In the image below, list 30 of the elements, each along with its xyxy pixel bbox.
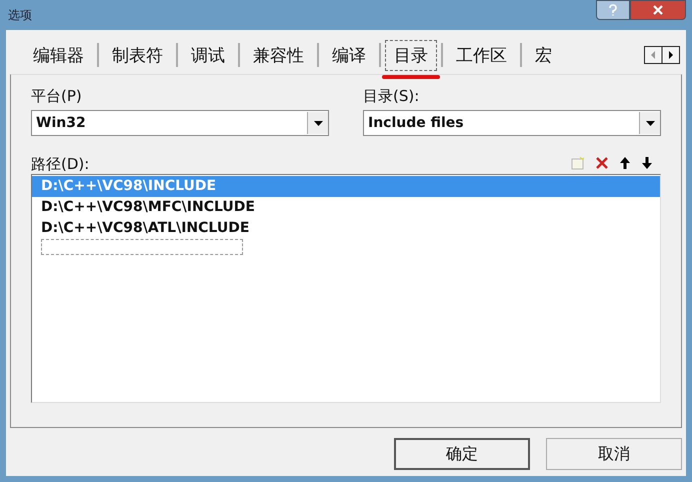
delete-icon[interactable] [595,156,609,170]
list-item[interactable]: D:\C++\VC98\MFC\INCLUDE [32,197,660,218]
close-icon [652,4,664,16]
help-icon [608,4,618,16]
tab[interactable]: 编辑器 [24,40,93,70]
down-arrow-icon[interactable] [641,156,653,170]
tab[interactable]: 调试 [182,40,234,70]
ok-button[interactable]: 确定 [394,438,530,470]
highlight-underline [382,74,440,78]
list-item[interactable]: D:\C++\VC98\ATL\INCLUDE [32,218,660,239]
caret-icon [314,120,322,126]
platform-dropdown[interactable]: Win32 [31,110,329,136]
directory-dropdown[interactable]: Include files [363,110,661,136]
new-entry-field[interactable] [41,239,243,255]
tab[interactable]: 制表符 [103,40,172,70]
close-button[interactable] [630,0,686,20]
field-label: 路径(D): [31,155,90,174]
tab[interactable]: 工作区 [447,40,516,70]
tab-scroll-buttons[interactable] [644,46,680,64]
cancel-button[interactable]: 取消 [546,438,682,470]
up-arrow-icon[interactable] [619,156,631,170]
tab[interactable]: 编译 [323,40,375,70]
path-list[interactable]: D:\C++\VC98\INCLUDE D:\C++\VC98\MFC\INCLUDE D:\C++\VC98\ATL\INCLUDE [31,174,661,403]
tab[interactable]: 兼容性 [244,40,313,70]
field-label: 平台(P) [31,87,83,106]
window-title: 选项 [7,6,32,24]
help-button[interactable] [596,0,630,20]
caret-icon [646,120,654,126]
field-label: 目录(S): [363,87,420,106]
tab[interactable]: 宏 [526,40,561,70]
